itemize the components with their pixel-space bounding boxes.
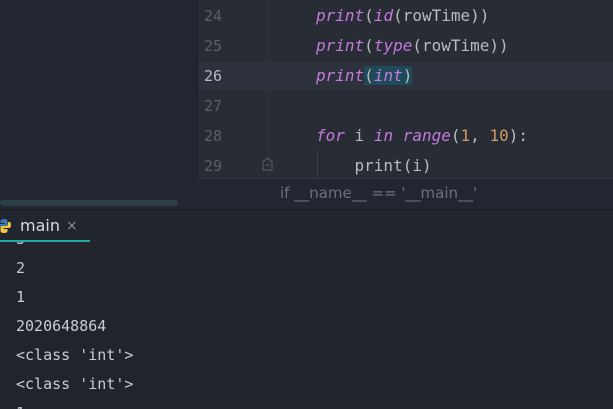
code-token: (	[364, 36, 374, 55]
tab-main[interactable]: main ×	[0, 210, 90, 243]
console-line: 2020648864	[16, 317, 107, 335]
console-line: 1	[16, 404, 25, 409]
code-text: for i in range(1, 10):	[316, 121, 528, 151]
code-line[interactable]: 24 print(id(rowTime))	[198, 1, 613, 31]
code-text: print(i)	[316, 151, 432, 181]
fold-icon[interactable]	[262, 157, 273, 171]
code-token: print	[316, 36, 365, 55]
console-line: 2	[16, 259, 26, 277]
code-line[interactable]: 28 for i in range(1, 10):	[198, 121, 613, 151]
code-token: (rowTime))	[412, 36, 509, 55]
breadcrumb[interactable]: if __name__ == '__main__'	[280, 184, 477, 202]
project-panel	[0, 0, 197, 209]
indent-guide	[317, 150, 318, 178]
code-token: i	[344, 126, 374, 145]
code-token: print	[316, 66, 365, 85]
line-number: 27	[204, 97, 223, 115]
breadcrumb-bar: if __name__ == '__main__'	[197, 178, 613, 209]
code-line[interactable]: 26 print(int)	[198, 61, 613, 91]
python-icon	[0, 219, 11, 233]
code-token: in	[373, 126, 394, 145]
code-token: int	[373, 66, 403, 85]
code-token: for	[316, 126, 345, 145]
console-line: <class 'int'>	[16, 375, 134, 393]
line-number: 25	[204, 37, 223, 55]
code-token: (	[364, 6, 374, 25]
code-token: ):	[508, 126, 528, 145]
code-text: print(int)	[316, 61, 413, 91]
line-number: 29	[204, 157, 223, 175]
code-token: 1	[460, 126, 471, 145]
code-token: print	[316, 156, 403, 175]
line-number: 26	[204, 67, 223, 85]
code-line[interactable]: 27	[198, 91, 613, 121]
run-tool-window-tabs: main ×	[0, 209, 613, 243]
code-token: (	[450, 126, 461, 145]
code-text: print(type(rowTime))	[316, 31, 509, 61]
code-token: range	[402, 126, 451, 145]
console-output[interactable]: 3 2 1 2020648864 <class 'int'> <class 'int'> 1	[0, 242, 613, 409]
tab-label: main	[20, 216, 60, 235]
code-token: 10	[489, 126, 509, 145]
code-line[interactable]: 29 print(i)	[198, 151, 613, 181]
close-icon[interactable]: ×	[66, 218, 78, 234]
code-text: print(id(rowTime))	[316, 1, 489, 31]
code-token: print	[316, 6, 365, 25]
code-token: (	[364, 66, 374, 85]
code-token: id	[373, 6, 394, 25]
line-number: 28	[204, 127, 223, 145]
code-token: (rowTime))	[393, 6, 490, 25]
line-number: 24	[204, 7, 223, 25]
console-line: 1	[16, 288, 26, 306]
code-editor[interactable]: 24 print(id(rowTime)) 25 print(type(rowTime…	[197, 0, 613, 178]
horizontal-scrollbar[interactable]	[0, 200, 178, 206]
code-token: ,	[470, 126, 490, 145]
console-line: <class 'int'>	[16, 346, 134, 364]
code-line[interactable]: 25 print(type(rowTime))	[198, 31, 613, 61]
code-token: type	[373, 36, 413, 55]
code-token: (i)	[402, 156, 432, 175]
code-token: )	[402, 66, 413, 85]
console-line: 3	[16, 242, 25, 248]
